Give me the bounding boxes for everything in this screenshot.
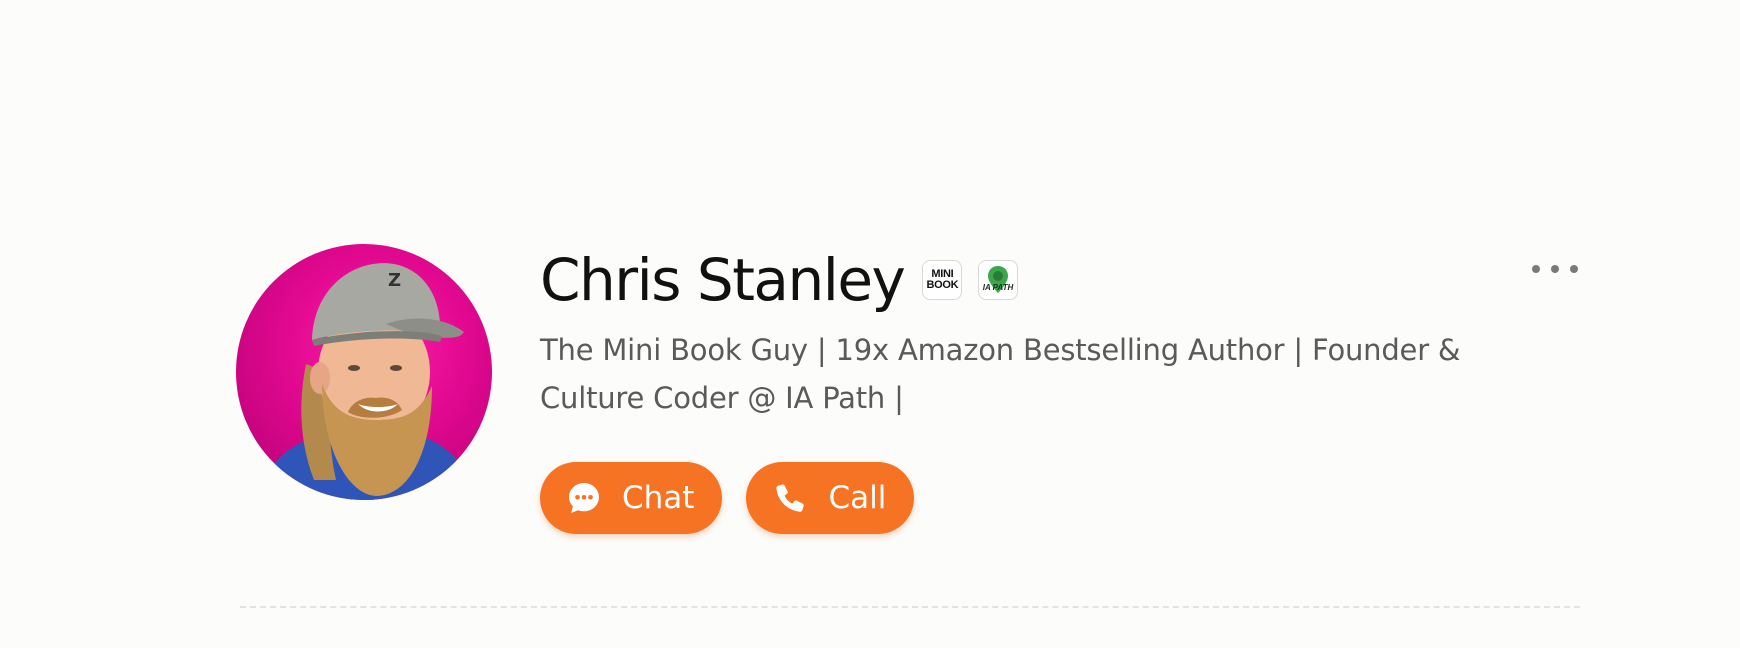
profile-page: Z Chris Stanley MINI BOOK IA PATH The Mi… <box>0 0 1740 648</box>
name-row: Chris Stanley MINI BOOK IA PATH <box>540 244 1520 316</box>
call-button[interactable]: Call <box>746 462 915 534</box>
more-options-icon[interactable] <box>1532 256 1578 282</box>
phone-icon <box>772 480 808 516</box>
mini-book-badge-line2: BOOK <box>926 279 959 291</box>
chat-bubble-icon <box>566 480 602 516</box>
profile-name: Chris Stanley <box>540 246 906 314</box>
ia-path-pin-icon: IA PATH <box>983 266 1014 293</box>
chat-button-label: Chat <box>622 480 695 516</box>
section-divider <box>240 606 1580 608</box>
profile-info: Chris Stanley MINI BOOK IA PATH The Mini… <box>540 244 1520 534</box>
call-button-label: Call <box>828 480 887 516</box>
profile-bio: The Mini Book Guy | 19x Amazon Bestselli… <box>540 333 1461 415</box>
ia-path-badge[interactable]: IA PATH <box>978 260 1019 300</box>
mini-book-badge[interactable]: MINI BOOK <box>922 260 963 300</box>
svg-text:Z: Z <box>388 270 401 291</box>
more-dot <box>1532 265 1540 273</box>
action-buttons: Chat Call <box>540 462 1520 534</box>
more-dot <box>1551 265 1559 273</box>
more-dot <box>1570 265 1578 273</box>
avatar-photo: Z <box>256 263 480 500</box>
ia-path-badge-text: IA PATH <box>983 283 1014 292</box>
chat-button[interactable]: Chat <box>540 462 723 534</box>
avatar: Z <box>236 244 492 500</box>
